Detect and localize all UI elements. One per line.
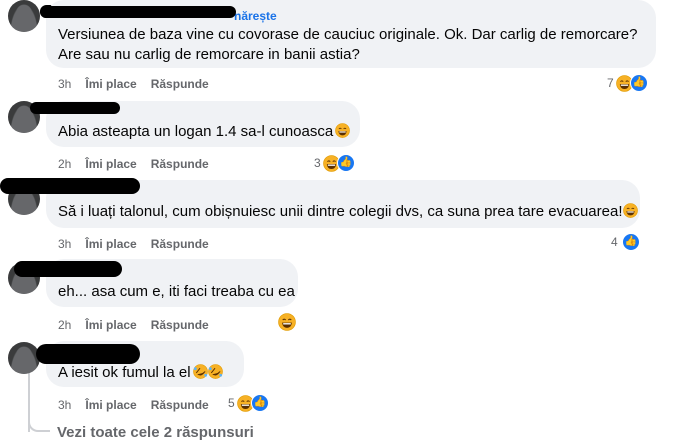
comment-time[interactable]: 2h <box>58 318 71 332</box>
reply-button[interactable]: Răspunde <box>151 77 209 91</box>
reaction-summary[interactable]: 3 👍 <box>314 153 355 173</box>
comment-time[interactable]: 2h <box>58 157 71 171</box>
like-button[interactable]: Îmi place <box>85 398 136 412</box>
laughing-emoji-icon <box>335 123 351 138</box>
comment-actions: 2h Îmi place Răspunde <box>58 318 223 332</box>
reaction-summary[interactable]: 4 👍 <box>611 232 640 252</box>
reply-button[interactable]: Răspunde <box>151 398 209 412</box>
comment-actions: 3h Îmi place Răspunde <box>58 398 223 412</box>
like-button[interactable]: Îmi place <box>85 157 136 171</box>
reply-button[interactable]: Răspunde <box>151 318 209 332</box>
comment-text-content: A iesit ok fumul la el <box>58 364 191 381</box>
like-button[interactable]: Îmi place <box>85 237 136 251</box>
redacted-name <box>0 178 140 194</box>
avatar[interactable] <box>8 342 40 374</box>
comment-time[interactable]: 3h <box>58 398 71 412</box>
redacted-name <box>14 261 122 277</box>
reply-button[interactable]: Răspunde <box>151 237 209 251</box>
redacted-name-overlay <box>40 6 236 18</box>
comment-text: Să i luați talonul, cum obișnuiesc unii … <box>58 202 638 222</box>
like-button[interactable]: Îmi place <box>85 77 136 91</box>
comment-text-content: Să i luați talonul, cum obișnuiesc unii … <box>58 203 623 220</box>
comment-actions: 3h Îmi place Răspunde <box>58 237 223 251</box>
comment-text: Versiunea de baza vine cu covorase de ca… <box>58 26 638 63</box>
like-reaction-icon: 👍 <box>250 394 269 412</box>
comment-text-content: Abia asteapta un logan 1.4 sa-l cunoasca <box>58 123 334 140</box>
like-button[interactable]: Îmi place <box>85 318 136 332</box>
reaction-count: 4 <box>611 235 618 249</box>
like-reaction-icon: 👍 <box>629 74 648 92</box>
reaction-count: 3 <box>314 156 321 170</box>
comment-text: Abia asteapta un logan 1.4 sa-l cunoasca <box>58 122 358 142</box>
comment-text: A iesit ok fumul la el <box>58 363 242 383</box>
haha-reaction-icon[interactable] <box>278 313 296 331</box>
reaction-summary[interactable]: 7 👍 <box>607 73 648 93</box>
comment-actions: 2h Îmi place Răspunde <box>58 157 223 171</box>
reaction-summary[interactable]: 5 👍 <box>228 393 269 413</box>
comment-time[interactable]: 3h <box>58 77 71 91</box>
redacted-name <box>36 344 140 364</box>
redacted-name <box>30 102 120 114</box>
avatar[interactable] <box>8 0 40 32</box>
like-reaction-icon: 👍 <box>621 233 640 251</box>
like-reaction-icon: 👍 <box>336 154 355 172</box>
view-all-replies-link[interactable]: Vezi toate cele 2 răspunsuri <box>57 424 254 441</box>
comment-time[interactable]: 3h <box>58 237 71 251</box>
comment-text: eh... asa cum e, iti faci treaba cu ea <box>58 283 295 300</box>
rofl-emoji-icon <box>192 364 208 379</box>
reply-thread-elbow <box>28 416 50 432</box>
commenter-name[interactable]: nărește <box>234 9 277 23</box>
reply-button[interactable]: Răspunde <box>151 157 209 171</box>
rofl-emoji-icon <box>207 364 223 379</box>
laughing-emoji-icon <box>622 203 638 218</box>
reaction-count: 5 <box>228 396 235 410</box>
comment-actions: 3h Îmi place Răspunde <box>58 77 223 91</box>
reaction-count: 7 <box>607 76 614 90</box>
